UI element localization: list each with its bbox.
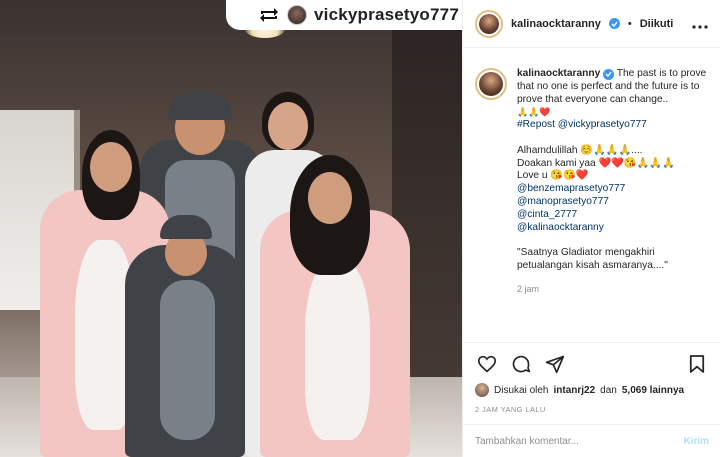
caption-author-avatar[interactable]: [475, 68, 507, 100]
caption-time[interactable]: 2 jam: [517, 283, 709, 296]
mention-kalinaocktaranny[interactable]: @kalinaocktaranny: [517, 222, 709, 235]
more-options-icon[interactable]: [692, 16, 708, 32]
post-side-panel: kalinaocktaranny • Diikuti kalinaocktara…: [462, 0, 720, 457]
follow-state-button[interactable]: Diikuti: [640, 18, 674, 30]
repost-avatar: [287, 5, 307, 25]
caption-verified-badge-icon: [603, 68, 615, 80]
caption-line-5: Doakan kami yaa ❤️❤️😘🙏🙏🙏: [517, 157, 675, 169]
comment-icon[interactable]: [509, 352, 533, 376]
author-avatar[interactable]: [475, 9, 503, 38]
caption-line-3: [517, 132, 709, 145]
liker-username[interactable]: intanrj22: [553, 385, 595, 396]
repost-banner: vickyprasetyo777: [226, 0, 462, 30]
post-comment-button[interactable]: Kirim: [683, 436, 709, 447]
likes-and: dan: [600, 384, 617, 396]
likes-count[interactable]: 5,069 lainnya: [622, 385, 684, 396]
likes-summary: Disukai oleh intanrj22 dan 5,069 lainnya: [475, 383, 709, 397]
person-son: [120, 210, 250, 457]
mention-manoprasetyo777[interactable]: @manoprasetyo777: [517, 196, 709, 209]
caption-line-6: Love u 😘😘❤️: [517, 170, 589, 182]
mention-cinta-2777[interactable]: @cinta_2777: [517, 209, 709, 222]
repost-username: vickyprasetyo777: [314, 5, 459, 24]
post-timestamp[interactable]: 2 JAM YANG LALU: [475, 405, 709, 414]
liker-avatar[interactable]: [475, 383, 489, 397]
bookmark-icon[interactable]: [685, 352, 709, 376]
comment-input[interactable]: [475, 435, 684, 447]
caption-area: kalinaocktaranny The past is to prove th…: [463, 60, 720, 342]
caption-line-4: Alhamdulillah ☺️🙏🙏🙏....: [517, 144, 643, 156]
post-header: kalinaocktaranny • Diikuti: [463, 0, 720, 48]
comment-bar: Kirim: [463, 424, 720, 457]
post-photo[interactable]: vickyprasetyo777: [0, 0, 462, 457]
repost-icon: [258, 6, 280, 24]
heart-icon[interactable]: [475, 352, 499, 376]
caption-line-11: [517, 234, 709, 247]
verified-badge-icon: [608, 18, 620, 29]
likes-prefix: Disukai oleh: [494, 384, 549, 396]
caption-line-12: "Saatnya Gladiator mengakhiri petualanga…: [517, 247, 668, 271]
caption-author-username[interactable]: kalinaocktaranny: [517, 68, 600, 79]
person-daughter-right: [250, 150, 420, 457]
header-separator: •: [627, 17, 632, 30]
actions-bar: Disukai oleh intanrj22 dan 5,069 lainnya…: [463, 342, 720, 422]
caption-text: kalinaocktaranny The past is to prove th…: [517, 68, 709, 296]
send-icon[interactable]: [543, 352, 567, 376]
mention-benzemaprasetyo777[interactable]: @benzemaprasetyo777: [517, 183, 709, 196]
caption-line-0: kalinaocktaranny The past is to prove th…: [517, 68, 707, 105]
author-username[interactable]: kalinaocktaranny: [511, 18, 601, 30]
caption-line-1: 🙏🙏❤️: [517, 107, 551, 118]
caption-repost-link[interactable]: #Repost @vickyprasetyo777: [517, 119, 709, 132]
